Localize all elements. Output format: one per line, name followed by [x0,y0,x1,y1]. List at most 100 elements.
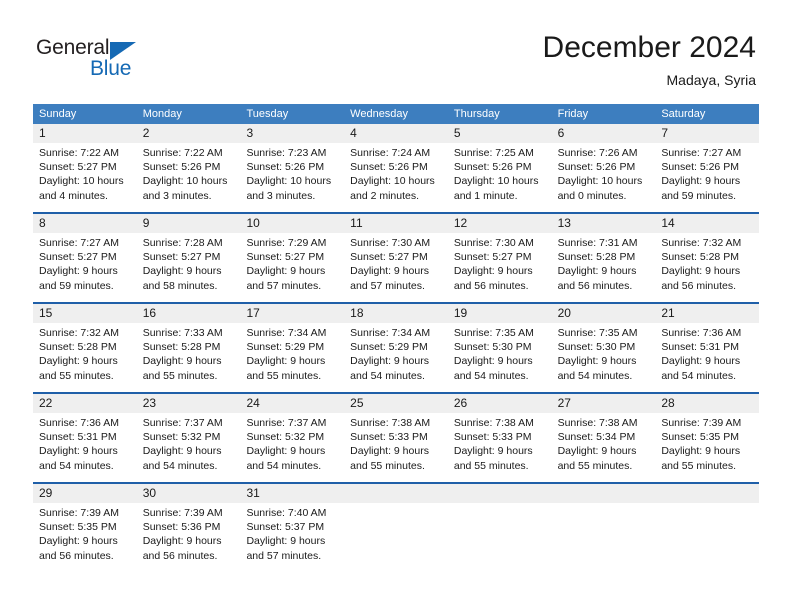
day-cell[interactable]: 22 Sunrise: 7:36 AM Sunset: 5:31 PM Dayligh… [33,394,137,482]
day-cell[interactable]: 3 Sunrise: 7:23 AM Sunset: 5:26 PM Daylight… [240,124,345,212]
sunrise-text: Sunrise: 7:30 AM [350,237,431,249]
day-cell[interactable]: 25 Sunrise: 7:38 AM Sunset: 5:33 PM Dayligh… [344,394,448,482]
day-number: 25 [344,394,448,413]
daylight-text-line2: and 54 minutes. [350,369,425,382]
day-cell[interactable]: 14 Sunrise: 7:32 AM Sunset: 5:28 PM Dayligh… [655,214,760,302]
day-details: Sunrise: 7:22 AM Sunset: 5:26 PM Daylight:… [137,143,241,203]
page-title: December 2024 [542,31,756,64]
daylight-text-line2: and 58 minutes. [142,279,218,292]
day-cell[interactable]: 28 Sunrise: 7:39 AM Sunset: 5:35 PM Dayligh… [655,394,760,482]
sunrise-text: Sunrise: 7:30 AM [453,237,534,249]
daylight-text-line1: Daylight: 9 hours [142,445,222,458]
general-blue-logo[interactable]: General Blue [36,36,176,84]
day-number: 16 [136,304,241,323]
day-cell[interactable]: 1 Sunrise: 7:22 AM Sunset: 5:27 PM Daylight… [33,124,137,212]
sunrise-text: Sunrise: 7:27 AM [661,147,742,159]
day-number: 23 [136,394,241,413]
sunrise-text: Sunrise: 7:32 AM [39,327,119,339]
sunset-text: Sunset: 5:27 PM [39,161,117,174]
day-number: 2 [136,124,241,143]
day-cell[interactable]: 17 Sunrise: 7:34 AM Sunset: 5:29 PM Dayligh… [240,304,345,392]
day-cell[interactable]: 5 Sunrise: 7:25 AM Sunset: 5:26 PM Daylight… [447,124,552,212]
sunrise-text: Sunrise: 7:34 AM [246,327,327,339]
day-details: Sunrise: 7:22 AM Sunset: 5:27 PM Daylight:… [33,143,137,203]
day-cell[interactable]: 20 Sunrise: 7:35 AM Sunset: 5:30 PM Dayligh… [551,304,656,392]
daylight-text-line1: Daylight: 9 hours [39,535,118,548]
day-details: Sunrise: 7:36 AM Sunset: 5:31 PM Daylight:… [33,413,137,473]
daylight-text-line1: Daylight: 10 hours [350,175,435,188]
day-cell[interactable]: 19 Sunrise: 7:35 AM Sunset: 5:30 PM Dayligh… [447,304,552,392]
weekday-header-wednesday: Wednesday [350,108,409,120]
daylight-text-line2: and 55 minutes. [453,459,529,472]
daylight-text-line1: Daylight: 9 hours [661,355,741,368]
sunset-text: Sunset: 5:31 PM [661,341,739,354]
day-number: 28 [655,394,760,413]
day-details: Sunrise: 7:34 AM Sunset: 5:29 PM Daylight:… [240,323,344,383]
day-number: 12 [447,214,552,233]
daylight-text-line1: Daylight: 9 hours [246,535,326,548]
daylight-text-line1: Daylight: 9 hours [246,265,326,278]
day-cell[interactable]: 15 Sunrise: 7:32 AM Sunset: 5:28 PM Dayligh… [33,304,137,392]
day-cell[interactable]: 21 Sunrise: 7:36 AM Sunset: 5:31 PM Dayligh… [655,304,760,392]
day-cell-empty [655,484,760,572]
day-cell[interactable]: 26 Sunrise: 7:38 AM Sunset: 5:33 PM Dayligh… [447,394,552,482]
day-details: Sunrise: 7:30 AM Sunset: 5:27 PM Daylight:… [344,233,448,293]
daylight-text-line1: Daylight: 10 hours [557,175,643,188]
day-number [344,484,448,503]
daylight-text-line2: and 54 minutes. [142,459,218,472]
calendar-grid: Sunday Monday Tuesday Wednesday Thursday Frid… [33,104,760,572]
sunrise-text: Sunrise: 7:37 AM [142,417,223,429]
sunset-text: Sunset: 5:26 PM [142,161,221,174]
day-cell[interactable]: 31 Sunrise: 7:40 AM Sunset: 5:37 PM Dayligh… [240,484,345,572]
day-details: Sunrise: 7:23 AM Sunset: 5:26 PM Daylight:… [240,143,344,203]
day-cell[interactable]: 8 Sunrise: 7:27 AM Sunset: 5:27 PM Daylight… [33,214,137,302]
day-cell[interactable]: 29 Sunrise: 7:39 AM Sunset: 5:35 PM Dayligh… [33,484,137,572]
day-cell[interactable]: 10 Sunrise: 7:29 AM Sunset: 5:27 PM Dayligh… [240,214,345,302]
daylight-text-line1: Daylight: 9 hours [557,265,637,278]
day-number: 11 [344,214,448,233]
day-cell-empty [344,484,448,572]
daylight-text-line2: and 56 minutes. [557,279,633,292]
daylight-text-line2: and 0 minutes. [557,189,627,202]
sunrise-text: Sunrise: 7:35 AM [557,327,638,339]
day-cell[interactable]: 2 Sunrise: 7:22 AM Sunset: 5:26 PM Daylight… [136,124,241,212]
day-cell[interactable]: 18 Sunrise: 7:34 AM Sunset: 5:29 PM Dayligh… [344,304,448,392]
sunset-text: Sunset: 5:37 PM [246,521,325,534]
day-number: 30 [136,484,241,503]
day-details: Sunrise: 7:31 AM Sunset: 5:28 PM Daylight:… [552,233,656,293]
day-number [551,484,656,503]
day-cell[interactable]: 30 Sunrise: 7:39 AM Sunset: 5:36 PM Dayligh… [136,484,241,572]
day-cell[interactable]: 13 Sunrise: 7:31 AM Sunset: 5:28 PM Dayligh… [551,214,656,302]
sunset-text: Sunset: 5:33 PM [350,431,428,444]
day-cell[interactable]: 6 Sunrise: 7:26 AM Sunset: 5:26 PM Daylight… [551,124,656,212]
daylight-text-line1: Daylight: 9 hours [39,265,118,278]
day-cell[interactable]: 4 Sunrise: 7:24 AM Sunset: 5:26 PM Daylight… [344,124,448,212]
daylight-text-line1: Daylight: 10 hours [246,175,332,188]
day-cell[interactable]: 11 Sunrise: 7:30 AM Sunset: 5:27 PM Dayligh… [344,214,448,302]
day-cell[interactable]: 7 Sunrise: 7:27 AM Sunset: 5:26 PM Daylight… [655,124,760,212]
day-cell-empty [551,484,656,572]
sunrise-text: Sunrise: 7:27 AM [39,237,119,249]
sunrise-text: Sunrise: 7:39 AM [39,507,119,519]
day-details: Sunrise: 7:38 AM Sunset: 5:34 PM Daylight:… [552,413,656,473]
day-cell[interactable]: 24 Sunrise: 7:37 AM Sunset: 5:32 PM Dayligh… [240,394,345,482]
sunrise-text: Sunrise: 7:37 AM [246,417,327,429]
daylight-text-line1: Daylight: 10 hours [39,175,124,188]
day-cell[interactable]: 9 Sunrise: 7:28 AM Sunset: 5:27 PM Daylight… [136,214,241,302]
weekday-header-thursday: Thursday [453,108,500,120]
day-cell[interactable]: 12 Sunrise: 7:30 AM Sunset: 5:27 PM Dayligh… [447,214,552,302]
day-cell[interactable]: 27 Sunrise: 7:38 AM Sunset: 5:34 PM Dayligh… [551,394,656,482]
sunset-text: Sunset: 5:35 PM [661,431,739,444]
day-cell[interactable]: 23 Sunrise: 7:37 AM Sunset: 5:32 PM Dayligh… [136,394,241,482]
daylight-text-line1: Daylight: 9 hours [453,265,533,278]
sunrise-text: Sunrise: 7:38 AM [453,417,534,429]
day-number [447,484,552,503]
calendar-page: General Blue December 2024 Madaya, Syria… [0,0,792,612]
day-cell[interactable]: 16 Sunrise: 7:33 AM Sunset: 5:28 PM Dayligh… [136,304,241,392]
weekday-header-saturday: Saturday [661,108,706,120]
daylight-text-line2: and 59 minutes. [661,189,737,202]
day-details: Sunrise: 7:35 AM Sunset: 5:30 PM Daylight:… [552,323,656,383]
sunset-text: Sunset: 5:26 PM [557,161,636,174]
day-details: Sunrise: 7:39 AM Sunset: 5:35 PM Daylight:… [33,503,137,563]
sunrise-text: Sunrise: 7:39 AM [142,507,223,519]
